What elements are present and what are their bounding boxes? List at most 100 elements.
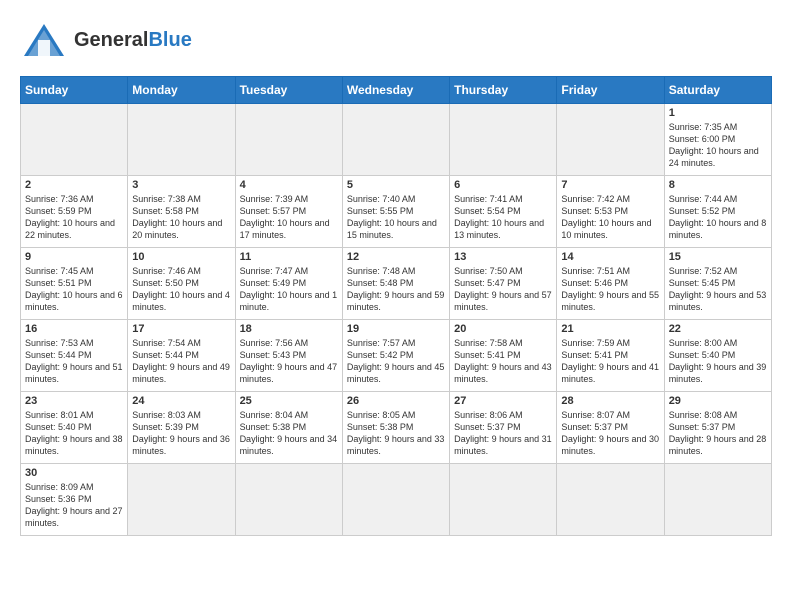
calendar-cell: 24 Sunrise: 8:03 AM Sunset: 5:39 PM Dayli… [128,392,235,464]
day-info: Sunrise: 7:52 AM Sunset: 5:45 PM Dayligh… [669,265,767,314]
day-number: 27 [454,395,552,407]
day-number: 6 [454,179,552,191]
calendar-cell: 29 Sunrise: 8:08 AM Sunset: 5:37 PM Dayli… [664,392,771,464]
day-number: 28 [561,395,659,407]
calendar-cell: 21 Sunrise: 7:59 AM Sunset: 5:41 PM Dayli… [557,320,664,392]
calendar-cell: 1Sunrise: 7:35 AM Sunset: 6:00 PM Daylig… [664,104,771,176]
day-info: Sunrise: 7:35 AM Sunset: 6:00 PM Dayligh… [669,121,767,170]
day-number: 10 [132,251,230,263]
day-header-sunday: Sunday [21,77,128,104]
day-number: 26 [347,395,445,407]
day-info: Sunrise: 7:56 AM Sunset: 5:43 PM Dayligh… [240,337,338,386]
page-header: GeneralBlue [20,20,772,60]
calendar-cell [342,104,449,176]
calendar-table: SundayMondayTuesdayWednesdayThursdayFrid… [20,76,772,536]
day-number: 24 [132,395,230,407]
day-header-tuesday: Tuesday [235,77,342,104]
day-number: 15 [669,251,767,263]
calendar-cell [128,104,235,176]
calendar-cell: 13Sunrise: 7:50 AM Sunset: 5:47 PM Dayli… [450,248,557,320]
calendar-header-row: SundayMondayTuesdayWednesdayThursdayFrid… [21,77,772,104]
day-info: Sunrise: 7:46 AM Sunset: 5:50 PM Dayligh… [132,265,230,314]
day-info: Sunrise: 7:44 AM Sunset: 5:52 PM Dayligh… [669,193,767,242]
calendar-cell: 20Sunrise: 7:58 AM Sunset: 5:41 PM Dayli… [450,320,557,392]
day-number: 30 [25,467,123,479]
day-info: Sunrise: 7:41 AM Sunset: 5:54 PM Dayligh… [454,193,552,242]
calendar-cell: 25Sunrise: 8:04 AM Sunset: 5:38 PM Dayli… [235,392,342,464]
calendar-cell: 6 Sunrise: 7:41 AM Sunset: 5:54 PM Daylig… [450,176,557,248]
calendar-cell [557,464,664,536]
day-info: Sunrise: 7:59 AM Sunset: 5:41 PM Dayligh… [561,337,659,386]
day-number: 18 [240,323,338,335]
day-header-thursday: Thursday [450,77,557,104]
calendar-cell: 12Sunrise: 7:48 AM Sunset: 5:48 PM Dayli… [342,248,449,320]
day-header-wednesday: Wednesday [342,77,449,104]
calendar-week-4: 16 Sunrise: 7:53 AM Sunset: 5:44 PM Dayli… [21,320,772,392]
calendar-cell [128,464,235,536]
day-info: Sunrise: 7:53 AM Sunset: 5:44 PM Dayligh… [25,337,123,386]
logo: GeneralBlue [20,20,192,60]
calendar-week-6: 30 Sunrise: 8:09 AM Sunset: 5:36 PM Dayli… [21,464,772,536]
day-number: 14 [561,251,659,263]
day-header-monday: Monday [128,77,235,104]
day-info: Sunrise: 8:03 AM Sunset: 5:39 PM Dayligh… [132,409,230,458]
day-info: Sunrise: 7:39 AM Sunset: 5:57 PM Dayligh… [240,193,338,242]
calendar-cell [235,464,342,536]
day-number: 17 [132,323,230,335]
day-info: Sunrise: 7:50 AM Sunset: 5:47 PM Dayligh… [454,265,552,314]
day-number: 9 [25,251,123,263]
day-number: 8 [669,179,767,191]
calendar-cell [450,464,557,536]
calendar-cell [342,464,449,536]
calendar-cell [235,104,342,176]
day-number: 22 [669,323,767,335]
day-info: Sunrise: 7:57 AM Sunset: 5:42 PM Dayligh… [347,337,445,386]
calendar-cell: 27 Sunrise: 8:06 AM Sunset: 5:37 PM Dayli… [450,392,557,464]
calendar-cell [664,464,771,536]
day-number: 16 [25,323,123,335]
logo-blue-text: Blue [148,29,191,51]
day-info: Sunrise: 7:54 AM Sunset: 5:44 PM Dayligh… [132,337,230,386]
calendar-cell: 26Sunrise: 8:05 AM Sunset: 5:38 PM Dayli… [342,392,449,464]
calendar-cell: 14 Sunrise: 7:51 AM Sunset: 5:46 PM Dayli… [557,248,664,320]
day-info: Sunrise: 7:51 AM Sunset: 5:46 PM Dayligh… [561,265,659,314]
day-number: 23 [25,395,123,407]
day-info: Sunrise: 8:00 AM Sunset: 5:40 PM Dayligh… [669,337,767,386]
day-header-friday: Friday [557,77,664,104]
calendar-cell: 5Sunrise: 7:40 AM Sunset: 5:55 PM Daylig… [342,176,449,248]
day-number: 12 [347,251,445,263]
calendar-cell: 2Sunrise: 7:36 AM Sunset: 5:59 PM Daylig… [21,176,128,248]
calendar-cell: 28Sunrise: 8:07 AM Sunset: 5:37 PM Dayli… [557,392,664,464]
day-info: Sunrise: 8:08 AM Sunset: 5:37 PM Dayligh… [669,409,767,458]
day-number: 7 [561,179,659,191]
calendar-cell: 15 Sunrise: 7:52 AM Sunset: 5:45 PM Dayli… [664,248,771,320]
calendar-cell: 3 Sunrise: 7:38 AM Sunset: 5:58 PM Daylig… [128,176,235,248]
calendar-cell: 23 Sunrise: 8:01 AM Sunset: 5:40 PM Dayli… [21,392,128,464]
calendar-cell: 22 Sunrise: 8:00 AM Sunset: 5:40 PM Dayli… [664,320,771,392]
day-number: 4 [240,179,338,191]
calendar-cell [450,104,557,176]
calendar-cell: 17 Sunrise: 7:54 AM Sunset: 5:44 PM Dayli… [128,320,235,392]
day-info: Sunrise: 7:47 AM Sunset: 5:49 PM Dayligh… [240,265,338,314]
day-info: Sunrise: 7:42 AM Sunset: 5:53 PM Dayligh… [561,193,659,242]
day-info: Sunrise: 7:38 AM Sunset: 5:58 PM Dayligh… [132,193,230,242]
calendar-cell: 7 Sunrise: 7:42 AM Sunset: 5:53 PM Daylig… [557,176,664,248]
calendar-cell: 16 Sunrise: 7:53 AM Sunset: 5:44 PM Dayli… [21,320,128,392]
calendar-cell: 8 Sunrise: 7:44 AM Sunset: 5:52 PM Daylig… [664,176,771,248]
calendar-week-2: 2Sunrise: 7:36 AM Sunset: 5:59 PM Daylig… [21,176,772,248]
logo-general-text: GeneralBlue [74,29,192,51]
logo-icon [20,20,68,60]
calendar-cell: 10 Sunrise: 7:46 AM Sunset: 5:50 PM Dayli… [128,248,235,320]
day-number: 3 [132,179,230,191]
calendar-cell [557,104,664,176]
day-info: Sunrise: 7:40 AM Sunset: 5:55 PM Dayligh… [347,193,445,242]
day-info: Sunrise: 8:01 AM Sunset: 5:40 PM Dayligh… [25,409,123,458]
day-info: Sunrise: 8:09 AM Sunset: 5:36 PM Dayligh… [25,481,123,530]
day-number: 21 [561,323,659,335]
day-info: Sunrise: 8:06 AM Sunset: 5:37 PM Dayligh… [454,409,552,458]
day-header-saturday: Saturday [664,77,771,104]
calendar-week-1: 1Sunrise: 7:35 AM Sunset: 6:00 PM Daylig… [21,104,772,176]
calendar-cell: 4 Sunrise: 7:39 AM Sunset: 5:57 PM Daylig… [235,176,342,248]
day-number: 29 [669,395,767,407]
calendar-cell: 9Sunrise: 7:45 AM Sunset: 5:51 PM Daylig… [21,248,128,320]
